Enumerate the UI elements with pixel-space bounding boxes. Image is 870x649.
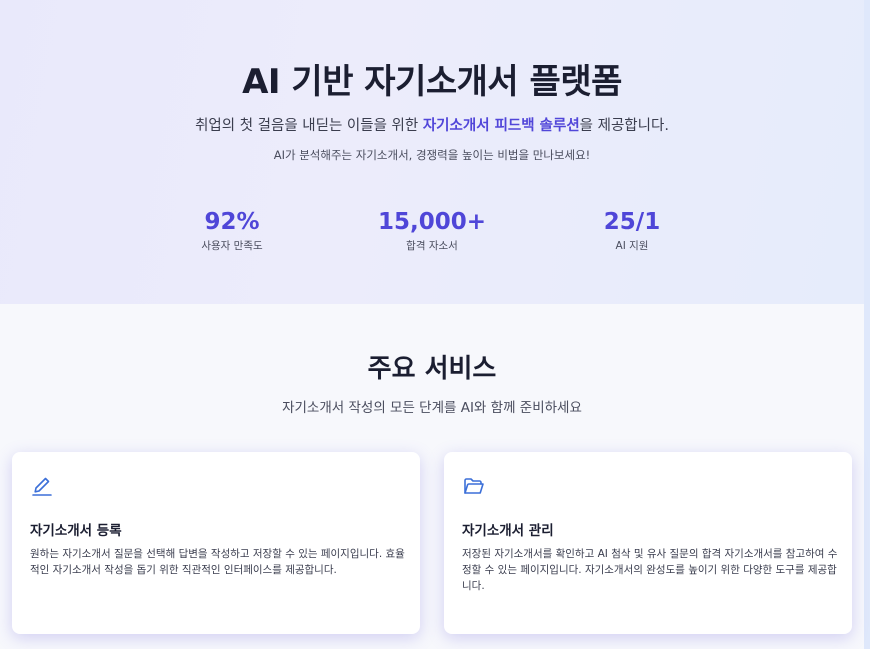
services-title: 주요 서비스 xyxy=(367,354,497,384)
service-card-manage[interactable]: 자기소개서 관리 저장된 자기소개서를 확인하고 AI 첨삭 및 유사 질문의 … xyxy=(444,452,852,634)
card-description: 원하는 자기소개서 질문을 선택해 답변을 작성하고 저장할 수 있는 페이지입… xyxy=(30,548,405,576)
pencil-icon xyxy=(30,474,54,498)
hero-subtitle-highlight: 자기소개서 피드백 솔루션 xyxy=(422,118,580,134)
folder-open-icon xyxy=(462,474,486,498)
hero-subtitle: 취업의 첫 걸음을 내딛는 이들을 위한 자기소개서 피드백 솔루션을 제공합니… xyxy=(0,114,864,135)
stat-value: 25/1 xyxy=(603,209,661,235)
card-title: 자기소개서 관리 xyxy=(462,523,554,539)
hero-subtitle-after: 을 제공합니다. xyxy=(579,118,669,134)
stat-label: 사용자 만족도 xyxy=(201,240,263,252)
card-title: 자기소개서 등록 xyxy=(30,523,122,539)
stat-accepted-essays: 15,000+ 합격 자소서 xyxy=(332,209,532,253)
stat-satisfaction: 92% 사용자 만족도 xyxy=(132,209,332,253)
hero-subtitle-before: 취업의 첫 걸음을 내딛는 이들을 위한 xyxy=(195,118,423,134)
stat-label: 합격 자소서 xyxy=(406,240,458,252)
hero-note: AI가 분석해주는 자기소개서, 경쟁력을 높이는 비법을 만나보세요! xyxy=(273,148,591,162)
hero-title: AI 기반 자기소개서 플랫폼 xyxy=(242,62,622,102)
services-subtitle: 자기소개서 작성의 모든 단계를 AI와 함께 준비하세요 xyxy=(282,400,582,416)
stat-label: AI 지원 xyxy=(615,240,649,252)
stat-ai-support: 25/1 AI 지원 xyxy=(532,209,732,253)
stat-value: 15,000+ xyxy=(377,209,487,235)
card-description: 저장된 자기소개서를 확인하고 AI 첨삭 및 유사 질문의 합격 자기소개서를… xyxy=(462,548,838,592)
service-card-register[interactable]: 자기소개서 등록 원하는 자기소개서 질문을 선택해 답변을 작성하고 저장할 … xyxy=(12,452,420,634)
scrollbar-track[interactable] xyxy=(864,0,870,649)
stat-value: 92% xyxy=(204,209,260,235)
